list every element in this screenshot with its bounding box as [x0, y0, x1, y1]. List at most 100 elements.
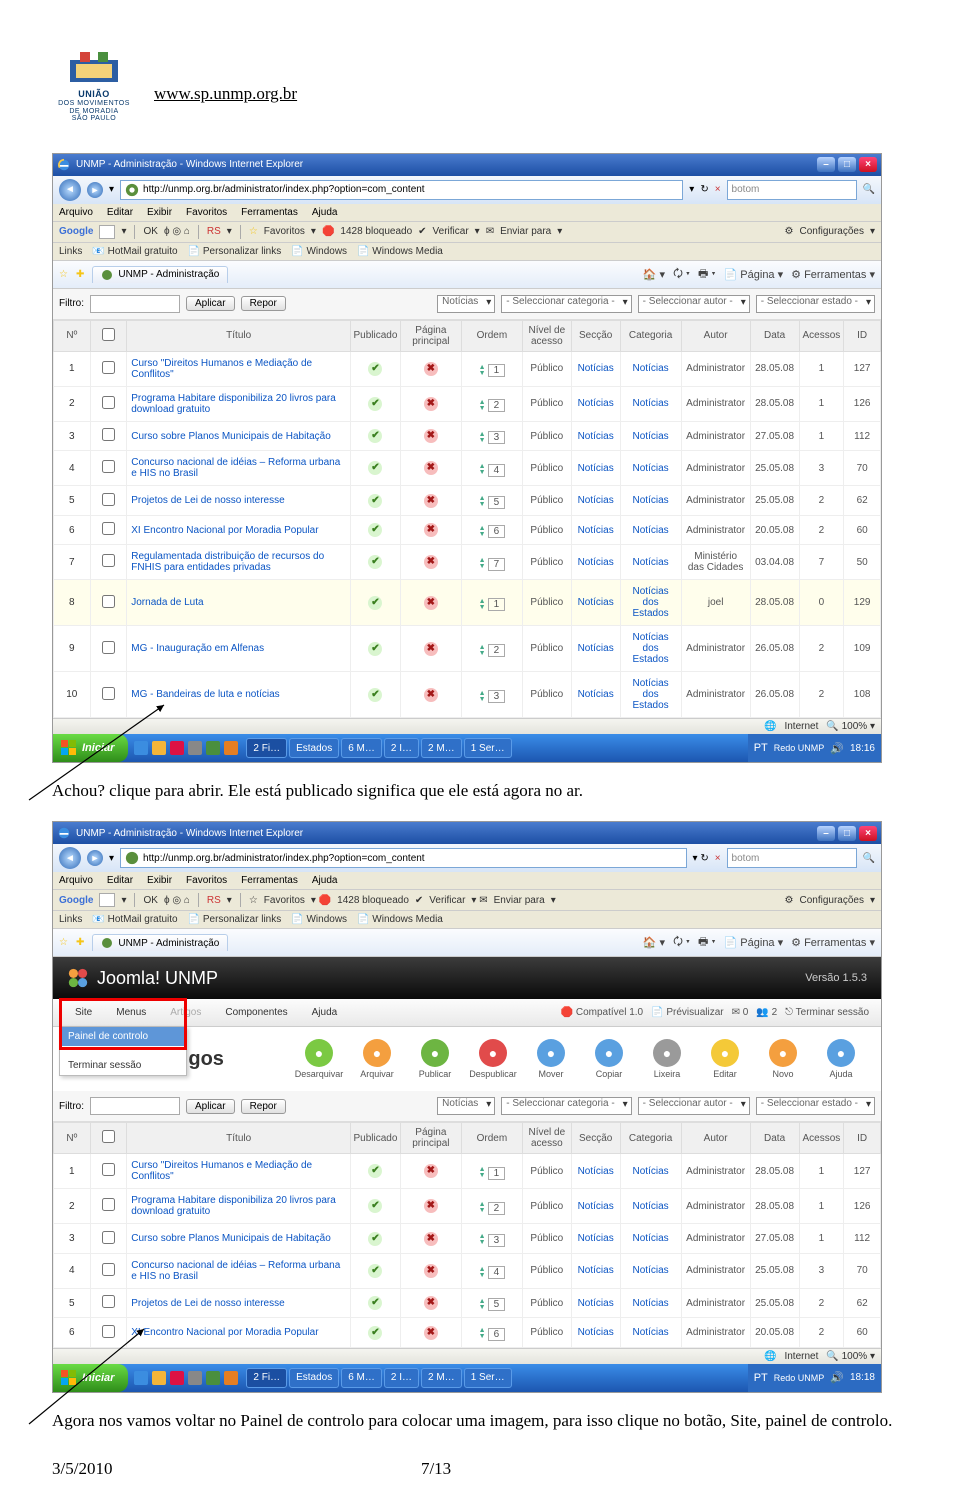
author-select[interactable]: - Seleccionar autor - [638, 295, 750, 313]
link-hotmail[interactable]: 📧 HotMail gratuito [92, 246, 177, 257]
task-item[interactable]: 6 M… [341, 1368, 382, 1388]
reset-button[interactable]: Repor [241, 1099, 286, 1114]
order-input[interactable]: 4 [488, 464, 506, 477]
order-input[interactable]: 5 [488, 496, 506, 509]
nav-componentes[interactable]: Componentes [215, 999, 297, 1026]
back-button[interactable]: ◄ [59, 179, 81, 201]
frontpage-icon[interactable]: ✖ [424, 642, 438, 656]
order-input[interactable]: 2 [488, 1202, 506, 1215]
home-icon[interactable]: 🏠 ▾ [643, 268, 665, 281]
reset-button[interactable]: Repor [241, 296, 286, 311]
row-check[interactable] [102, 1263, 115, 1276]
published-icon[interactable]: ✔ [368, 1326, 382, 1340]
task-item[interactable]: 2 Fi… [246, 738, 287, 758]
volume-icon[interactable]: 🔊 [830, 742, 844, 755]
start-button[interactable]: Iniciar [53, 734, 128, 762]
refresh-icon[interactable]: ↻ [700, 184, 708, 195]
add-fav-icon[interactable]: ✚ [76, 269, 84, 280]
frontpage-icon[interactable]: ✖ [424, 1296, 438, 1310]
article-link[interactable]: Concurso nacional de idéias – Reforma ur… [131, 1260, 340, 1282]
category-select[interactable]: - Seleccionar categoria - [501, 295, 631, 313]
order-input[interactable]: 4 [488, 1266, 506, 1279]
stop-icon[interactable]: × [715, 184, 721, 195]
apply-button[interactable]: Aplicar [186, 1099, 235, 1114]
forward-button[interactable]: ► [87, 850, 103, 866]
col-seccao[interactable]: Secção [571, 320, 620, 351]
link-windows[interactable]: 📄 Windows [291, 246, 347, 257]
google-fav[interactable]: Favoritos [264, 226, 305, 237]
col-title[interactable]: Título [127, 320, 351, 351]
task-item[interactable]: 1 Ser… [464, 1368, 512, 1388]
preview-link[interactable]: 📄 Prévisualizar [651, 1007, 723, 1018]
search-icon[interactable]: 🔍 [863, 853, 875, 864]
toolbar-arquivar[interactable]: ●Arquivar [351, 1039, 403, 1079]
col-num[interactable]: Nº [54, 320, 91, 351]
frontpage-icon[interactable]: ✖ [424, 362, 438, 376]
article-link[interactable]: Programa Habitare disponibiliza 20 livro… [131, 1195, 336, 1217]
toolbar-desarquivar[interactable]: ●Desarquivar [293, 1039, 345, 1079]
article-link[interactable]: Curso sobre Planos Municipais de Habitaç… [131, 1233, 331, 1244]
browser-tab[interactable]: UNMP - Administração [92, 266, 228, 283]
article-link[interactable]: Regulamentada distribuição de recursos d… [131, 551, 324, 573]
task-item[interactable]: 2 M… [421, 738, 462, 758]
published-icon[interactable]: ✔ [368, 1232, 382, 1246]
col-id[interactable]: ID [844, 320, 881, 351]
close-button[interactable]: × [859, 157, 877, 172]
article-link[interactable]: XI Encontro Nacional por Moradia Popular [131, 525, 318, 536]
start-button[interactable]: Iniciar [53, 1364, 128, 1392]
frontpage-icon[interactable]: ✖ [424, 1264, 438, 1278]
link-personalizar[interactable]: 📄 Personalizar links [188, 246, 282, 257]
frontpage-icon[interactable]: ✖ [424, 461, 438, 475]
tools-menu[interactable]: ⚙ Ferramentas ▾ [791, 268, 875, 281]
col-pub[interactable]: Publicado [351, 320, 401, 351]
order-input[interactable]: 3 [488, 1234, 506, 1247]
window-titlebar-2[interactable]: UNMP - Administração - Windows Internet … [53, 822, 881, 844]
published-icon[interactable]: ✔ [368, 642, 382, 656]
toolbar-novo[interactable]: ●Novo [757, 1039, 809, 1079]
toolbar-ajuda[interactable]: ●Ajuda [815, 1039, 867, 1079]
row-check[interactable] [102, 641, 115, 654]
state-select[interactable]: - Seleccionar estado - [756, 295, 875, 313]
order-input[interactable]: 1 [488, 364, 506, 377]
col-ordem[interactable]: Ordem [461, 320, 522, 351]
row-check[interactable] [102, 554, 115, 567]
feed-icon[interactable]: 🗘 ▾ [673, 265, 690, 284]
google-enviar[interactable]: Enviar para [500, 226, 551, 237]
task-item[interactable]: Estados [289, 1368, 339, 1388]
row-check[interactable] [102, 1163, 115, 1176]
order-input[interactable]: 5 [488, 1298, 506, 1311]
published-icon[interactable]: ✔ [368, 429, 382, 443]
quick-launch[interactable] [128, 741, 244, 755]
lang-indicator[interactable]: PT [754, 742, 768, 754]
row-check[interactable] [102, 522, 115, 535]
published-icon[interactable]: ✔ [368, 596, 382, 610]
google-rs[interactable]: RS [207, 226, 221, 237]
search-input[interactable]: botom [727, 180, 857, 200]
article-link[interactable]: Curso "Direitos Humanos e Mediação de Co… [131, 1160, 312, 1182]
order-input[interactable]: 6 [488, 1328, 506, 1341]
frontpage-icon[interactable]: ✖ [424, 555, 438, 569]
print-icon[interactable]: 🖶 ▾ [698, 265, 716, 284]
task-item[interactable]: 2 I… [384, 1368, 419, 1388]
minimize-button[interactable]: – [817, 157, 835, 172]
toolbar-editar[interactable]: ●Editar [699, 1039, 751, 1079]
row-check[interactable] [102, 687, 115, 700]
task-item[interactable]: Estados [289, 738, 339, 758]
minimize-button[interactable]: – [817, 826, 835, 841]
article-link[interactable]: Concurso nacional de idéias – Reforma ur… [131, 457, 340, 479]
task-item[interactable]: 2 I… [384, 738, 419, 758]
google-ok[interactable]: OK [143, 226, 157, 237]
google-verificar[interactable]: Verificar [433, 226, 469, 237]
search-icon[interactable]: 🔍 [863, 184, 875, 195]
drop-logout[interactable]: Terminar sessão [60, 1056, 186, 1075]
task-item[interactable]: 1 Ser… [464, 738, 512, 758]
zoom-icon[interactable]: 🔍 100% ▾ [826, 721, 875, 732]
frontpage-icon[interactable]: ✖ [424, 1232, 438, 1246]
frontpage-icon[interactable]: ✖ [424, 1199, 438, 1213]
task-item[interactable]: 2 M… [421, 1368, 462, 1388]
published-icon[interactable]: ✔ [368, 461, 382, 475]
google-config[interactable]: Configurações [799, 226, 863, 237]
published-icon[interactable]: ✔ [368, 362, 382, 376]
published-icon[interactable]: ✔ [368, 494, 382, 508]
published-icon[interactable]: ✔ [368, 688, 382, 702]
